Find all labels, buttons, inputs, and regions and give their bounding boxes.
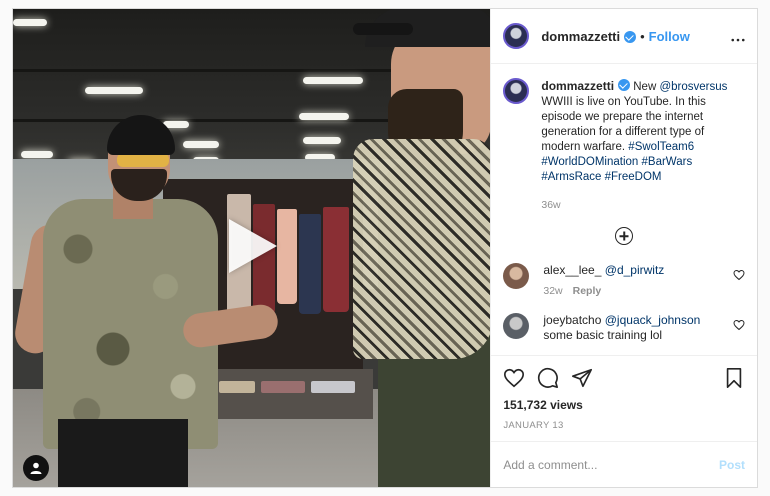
commenter-avatar[interactable]	[503, 263, 530, 289]
comment-item: joeybatcho @jquack_johnson some basic tr…	[503, 313, 745, 343]
separator: •	[640, 28, 645, 44]
caption-link[interactable]: @brosversus	[659, 81, 727, 93]
post-header: dommazzetti • Follow	[491, 9, 757, 64]
commenter-avatar[interactable]	[503, 313, 530, 339]
play-icon[interactable]	[229, 219, 277, 273]
video-player[interactable]	[13, 9, 491, 487]
follow-button[interactable]: Follow	[649, 29, 690, 44]
caption-timestamp[interactable]: 36w	[541, 199, 745, 211]
load-more-comments[interactable]	[503, 227, 745, 245]
reply-button[interactable]: Reply	[573, 285, 602, 297]
comment-item: alex__lee_ @d_pirwitz 32w Reply	[503, 263, 745, 299]
comment-text: some basic training lol	[543, 328, 663, 342]
comment-composer: Post	[491, 441, 757, 487]
comments-section: dommazzetti New @brosversus WWIII is liv…	[491, 64, 757, 355]
save-icon[interactable]	[723, 367, 745, 389]
commenter-username[interactable]: joeybatcho	[543, 313, 601, 327]
commenter-username[interactable]: alex__lee_	[543, 263, 601, 277]
comment-like-icon[interactable]	[733, 319, 745, 331]
caption-link[interactable]: #ArmsRace	[541, 171, 601, 183]
post-sidebar: dommazzetti • Follow dommazzetti New @br…	[490, 9, 757, 487]
caption-link[interactable]: #BarWars	[642, 156, 693, 168]
comment-like-icon[interactable]	[733, 269, 745, 281]
more-icon	[731, 38, 745, 42]
comment-icon[interactable]	[537, 367, 559, 389]
verified-badge-icon	[624, 31, 637, 43]
heart-icon[interactable]	[503, 367, 525, 389]
caption-author-avatar[interactable]	[503, 78, 530, 104]
load-more-icon[interactable]	[615, 227, 634, 245]
post-caption: dommazzetti New @brosversus WWIII is liv…	[503, 78, 745, 211]
caption-link[interactable]: #FreeDOM	[605, 171, 662, 183]
caption-link[interactable]: #WorldDOMination	[541, 156, 638, 168]
caption-link[interactable]: #SwolTeam6	[628, 141, 694, 153]
post-comment-button[interactable]: Post	[719, 458, 745, 472]
comment-input[interactable]	[503, 457, 719, 472]
caption-author-username[interactable]: dommazzetti	[541, 79, 614, 93]
caption-text-segment: New	[633, 81, 660, 93]
author-username[interactable]: dommazzetti	[541, 29, 620, 44]
user-tag-icon[interactable]	[23, 455, 49, 481]
comment-timestamp[interactable]: 32w	[543, 285, 562, 297]
post-modal: dommazzetti • Follow dommazzetti New @br…	[12, 8, 758, 488]
action-bar: 151,732 views JANUARY 13	[491, 355, 757, 441]
share-icon[interactable]	[571, 367, 593, 389]
view-count[interactable]: 151,732 views	[503, 398, 745, 412]
post-date[interactable]: JANUARY 13	[503, 420, 745, 441]
verified-badge-icon	[618, 79, 631, 91]
more-options-button[interactable]	[731, 27, 745, 45]
comment-mention[interactable]: @jquack_johnson	[605, 313, 701, 327]
caption-body: New @brosversus WWIII is live on YouTube…	[541, 81, 727, 183]
comment-mention[interactable]: @d_pirwitz	[605, 263, 665, 277]
caption-text: dommazzetti New @brosversus WWIII is liv…	[541, 78, 745, 185]
author-avatar[interactable]	[503, 23, 530, 49]
